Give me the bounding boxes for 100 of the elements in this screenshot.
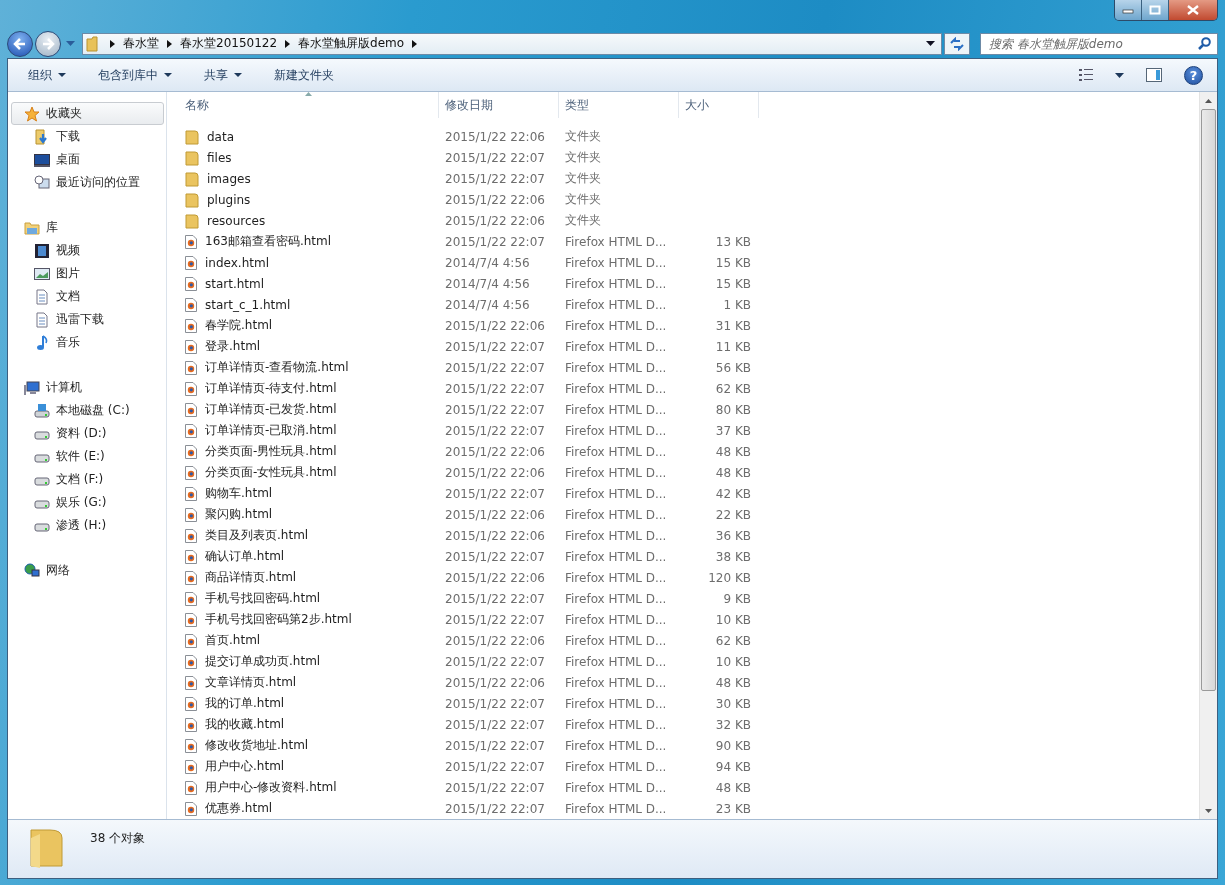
nav-item[interactable]: 本地磁盘 (C:) [11, 399, 166, 422]
file-icon [185, 465, 197, 480]
nav-item[interactable]: 下载 [11, 125, 166, 148]
toolbar-button[interactable]: 包含到库中 [88, 62, 182, 88]
breadcrumb-item[interactable]: 春水堂20150122 [180, 35, 278, 53]
toolbar-button[interactable]: 共享 [194, 62, 252, 88]
nav-item[interactable]: 迅雷下载 [11, 308, 166, 331]
nav-item[interactable]: 图片 [11, 262, 166, 285]
modified-date: 2015/1/22 22:06 [445, 213, 545, 228]
nav-icon [34, 311, 50, 328]
modified-date: 2014/7/4 4:56 [445, 276, 530, 291]
file-type: Firefox HTML D... [565, 549, 667, 564]
breadcrumb-item[interactable]: 春水堂触屏版demo [298, 35, 405, 53]
nav-item[interactable]: 计算机 [11, 376, 164, 399]
file-name[interactable]: 订单详情页-查看物流.html [205, 359, 349, 376]
refresh-button[interactable] [944, 32, 970, 55]
file-name[interactable]: 首页.html [205, 632, 261, 649]
file-name[interactable]: 分类页面-女性玩具.html [205, 464, 337, 481]
nav-item[interactable]: 文档 [11, 285, 166, 308]
file-name[interactable]: 用户中心-修改资料.html [205, 779, 337, 796]
scroll-down-icon[interactable] [1205, 808, 1212, 813]
nav-item[interactable]: 音乐 [11, 331, 166, 354]
file-icon [185, 507, 197, 522]
nav-item[interactable]: 收藏夹 [11, 102, 164, 125]
nav-icon [34, 128, 50, 145]
nav-item[interactable]: 库 [11, 216, 164, 239]
file-type: Firefox HTML D... [565, 276, 667, 291]
column-header[interactable]: 类型 [559, 92, 679, 118]
column-header[interactable]: 大小 [679, 92, 759, 118]
file-name[interactable]: files [207, 150, 232, 165]
file-name[interactable]: 我的收藏.html [205, 716, 285, 733]
chevron-icon[interactable] [285, 39, 291, 48]
nav-item[interactable]: 桌面 [11, 148, 166, 171]
file-name[interactable]: 订单详情页-已发货.html [205, 401, 337, 418]
recent-pages-icon[interactable] [66, 40, 75, 47]
file-name[interactable]: 类目及列表页.html [205, 527, 309, 544]
maximize-button[interactable] [1142, 0, 1169, 20]
file-name[interactable]: data [207, 129, 235, 144]
file-name[interactable]: 聚闪购.html [205, 506, 273, 523]
minimize-button[interactable] [1115, 0, 1142, 20]
file-size: 48 KB [715, 444, 751, 459]
search-field[interactable]: 搜索 春水堂触屏版demo [980, 32, 1218, 55]
nav-item[interactable]: 渗透 (H:) [11, 514, 166, 537]
file-type: Firefox HTML D... [565, 381, 667, 396]
file-name[interactable]: 确认订单.html [205, 548, 285, 565]
file-name[interactable]: 手机号找回密码.html [205, 590, 321, 607]
file-name[interactable]: 登录.html [205, 338, 261, 355]
file-name[interactable]: 用户中心.html [205, 758, 285, 775]
column-header[interactable]: 修改日期 [439, 92, 559, 118]
forward-button[interactable] [35, 30, 61, 57]
scrollbar[interactable] [1199, 92, 1217, 819]
file-name[interactable]: resources [207, 213, 266, 228]
nav-item[interactable]: 文档 (F:) [11, 468, 166, 491]
nav-item[interactable]: 最近访问的位置 [11, 171, 166, 194]
nav-item[interactable]: 网络 [11, 559, 164, 582]
file-size: 94 KB [715, 759, 751, 774]
dropdown-icon[interactable] [926, 41, 935, 47]
file-icon [185, 570, 197, 585]
search-icon[interactable] [1198, 36, 1211, 50]
nav-item[interactable]: 资料 (D:) [11, 422, 166, 445]
chevron-icon[interactable] [412, 39, 418, 48]
chevron-icon[interactable] [110, 39, 115, 48]
address-bar[interactable]: 春水堂 春水堂20150122 春水堂触屏版demo [82, 32, 942, 55]
file-name[interactable]: 修改收货地址.html [205, 737, 309, 754]
file-name[interactable]: 163邮箱查看密码.html [205, 233, 332, 250]
file-name[interactable]: 提交订单成功页.html [205, 653, 321, 670]
close-button[interactable] [1169, 0, 1217, 20]
scroll-up-icon[interactable] [1205, 98, 1212, 103]
file-name[interactable]: start.html [205, 276, 265, 291]
file-name[interactable]: start_c_1.html [205, 297, 291, 312]
help-button[interactable]: ? [1184, 65, 1203, 85]
chevron-icon[interactable] [167, 39, 172, 48]
nav-item[interactable]: 软件 (E:) [11, 445, 166, 468]
modified-date: 2015/1/22 22:07 [445, 234, 545, 249]
file-name[interactable]: 订单详情页-已取消.html [205, 422, 337, 439]
toolbar-button[interactable]: 新建文件夹 [264, 62, 344, 88]
modified-date: 2015/1/22 22:06 [445, 570, 545, 585]
toolbar-button[interactable]: 组织 [18, 62, 76, 88]
modified-date: 2015/1/22 22:07 [445, 738, 545, 753]
file-icon [185, 759, 197, 774]
modified-date: 2015/1/22 22:07 [445, 402, 545, 417]
modified-date: 2015/1/22 22:07 [445, 381, 545, 396]
file-icon [185, 738, 197, 753]
nav-item[interactable]: 视频 [11, 239, 166, 262]
file-name[interactable]: images [207, 171, 251, 186]
file-name[interactable]: index.html [205, 255, 269, 270]
breadcrumb-item[interactable]: 春水堂 [123, 35, 159, 53]
back-button[interactable] [7, 30, 33, 57]
file-name[interactable]: 优惠券.html [205, 800, 273, 817]
file-name[interactable]: 文章详情页.html [205, 674, 297, 691]
file-name[interactable]: 我的订单.html [205, 695, 285, 712]
file-name[interactable]: plugins [207, 192, 251, 207]
file-name[interactable]: 分类页面-男性玩具.html [205, 443, 337, 460]
file-name[interactable]: 手机号找回密码第2步.html [205, 611, 352, 628]
nav-item[interactable]: 娱乐 (G:) [11, 491, 166, 514]
file-name[interactable]: 商品详情页.html [205, 569, 297, 586]
file-name[interactable]: 春学院.html [205, 317, 273, 334]
file-size: 120 KB [708, 570, 751, 585]
file-name[interactable]: 订单详情页-待支付.html [205, 380, 337, 397]
file-name[interactable]: 购物车.html [205, 485, 273, 502]
